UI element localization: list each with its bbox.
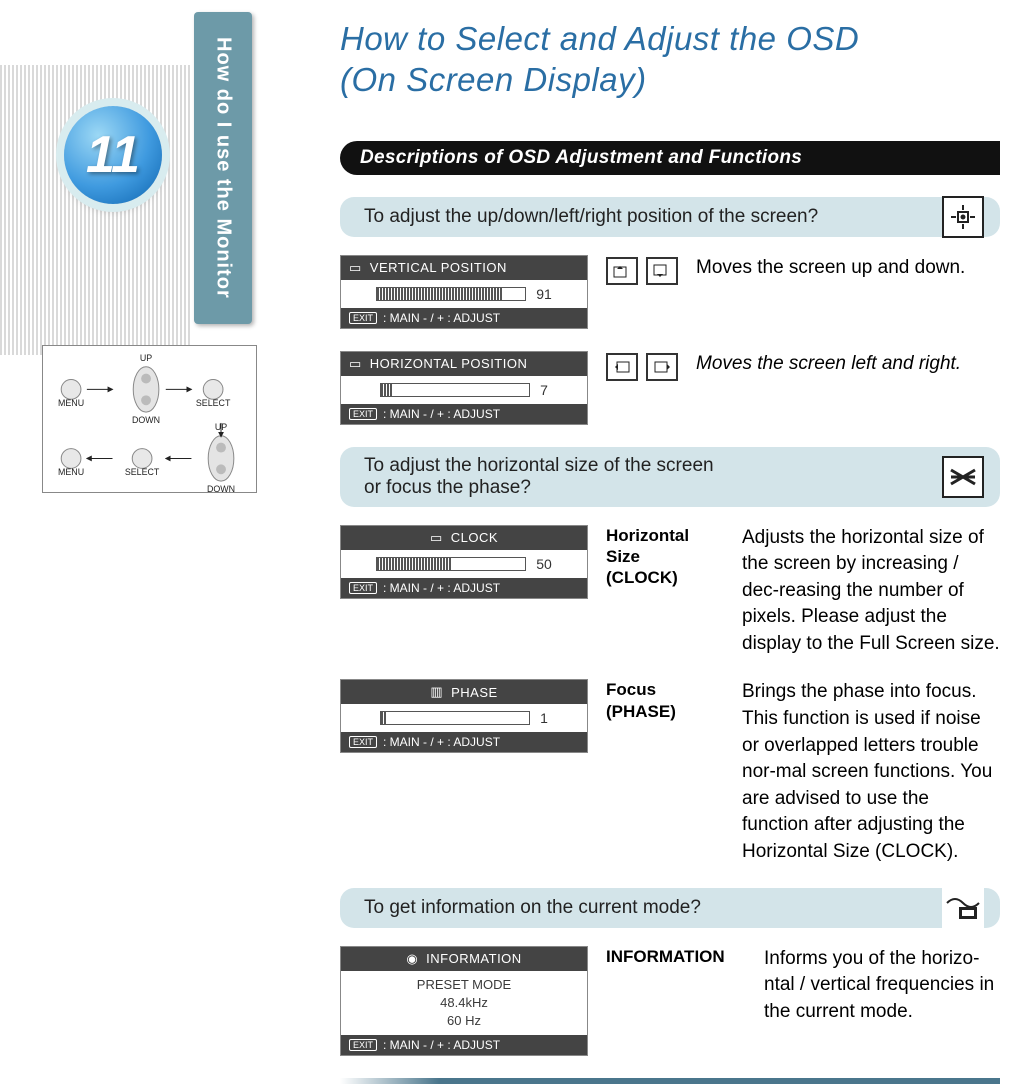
clock-label-l2: Size: [606, 547, 640, 566]
section-divider: [340, 1078, 1000, 1084]
svg-text:MENU: MENU: [58, 467, 84, 477]
position-icon: [942, 196, 984, 238]
exit-icon: EXIT: [349, 582, 377, 594]
svg-text:SELECT: SELECT: [125, 467, 160, 477]
osd-info-foot: : MAIN - / + : ADJUST: [383, 1038, 500, 1052]
info-label-text: INFORMATION: [606, 947, 725, 966]
screen-icon: ▭: [349, 356, 362, 372]
page-title-line1: How to Select and Adjust the OSD: [340, 20, 859, 57]
osd-clock-title: CLOCK: [451, 530, 498, 545]
arrow-up-icon: [606, 257, 638, 285]
exit-icon: EXIT: [349, 408, 377, 420]
phase-label: Focus (PHASE): [606, 679, 724, 722]
osd-horiz-title: HORIZONTAL POSITION: [370, 356, 528, 371]
exit-icon: EXIT: [349, 312, 377, 324]
section-header: Descriptions of OSD Adjustment and Funct…: [340, 141, 1000, 175]
info-small-icon: ◉: [406, 951, 418, 967]
page-number-badge: 11: [64, 106, 162, 204]
osd-phase-value: 1: [540, 710, 548, 726]
osd-horiz-value: 7: [540, 382, 548, 398]
info-label: INFORMATION: [606, 946, 746, 967]
svg-text:MENU: MENU: [58, 398, 84, 408]
screen-icon: ▭: [349, 260, 362, 276]
subsection-info-text: To get information on the current mode?: [364, 897, 900, 919]
osd-phase: ▥ PHASE 1 EXIT : MAIN - / + : ADJUST: [340, 679, 588, 753]
subsection-position: To adjust the up/down/left/right positio…: [340, 197, 1000, 237]
osd-vertical-position: ▭ VERTICAL POSITION 91 EXIT : MAIN - / + :…: [340, 255, 588, 329]
osd-vert-foot: : MAIN - / + : ADJUST: [383, 311, 500, 325]
button-layout-diagram: MENU UPDOWN SELECT MENU SELECT UPDOWN: [42, 345, 257, 493]
phase-label-l1: Focus: [606, 680, 656, 699]
subsection-size-phase: To adjust the horizontal size of the scr…: [340, 447, 1000, 507]
svg-text:DOWN: DOWN: [132, 415, 160, 425]
page-title-line2: (On Screen Display): [340, 61, 647, 98]
svg-text:SELECT: SELECT: [196, 398, 231, 408]
arrow-right-icon: [646, 353, 678, 381]
subsection-size-line2: or focus the phase?: [364, 477, 900, 499]
osd-info-title: INFORMATION: [426, 951, 522, 966]
info-line3: 60 Hz: [447, 1013, 481, 1029]
osd-vert-value: 91: [536, 286, 552, 302]
info-desc: Informs you of the horizo-ntal / vertica…: [764, 946, 1000, 1026]
svg-text:UP: UP: [140, 353, 152, 363]
osd-vert-title: VERTICAL POSITION: [370, 260, 507, 275]
osd-clock-foot: : MAIN - / + : ADJUST: [383, 581, 500, 595]
osd-clock-value: 50: [536, 556, 552, 572]
clock-desc: Adjusts the horizontal size of the scree…: [742, 525, 1000, 658]
arrow-down-icon: [646, 257, 678, 285]
info-line1: PRESET MODE: [417, 977, 511, 993]
subsection-position-text: To adjust the up/down/left/right positio…: [364, 206, 900, 228]
phase-small-icon: ▥: [430, 684, 443, 700]
exit-icon: EXIT: [349, 1039, 377, 1051]
vert-desc: Moves the screen up and down.: [696, 255, 1000, 282]
osd-horiz-foot: : MAIN - / + : ADJUST: [383, 407, 500, 421]
arrow-left-icon: [606, 353, 638, 381]
phase-icon: [942, 456, 984, 498]
subsection-size-line1: To adjust the horizontal size of the scr…: [364, 455, 900, 477]
sidebar-tab-label: How do I use the Monitor: [194, 12, 252, 324]
clock-label-l3: (CLOCK): [606, 568, 678, 587]
horiz-desc: Moves the screen left and right.: [696, 351, 1000, 378]
phase-label-l2: (PHASE): [606, 702, 676, 721]
subsection-information: To get information on the current mode?: [340, 888, 1000, 928]
osd-phase-foot: : MAIN - / + : ADJUST: [383, 735, 500, 749]
exit-icon: EXIT: [349, 736, 377, 748]
info-line2: 48.4kHz: [440, 995, 488, 1011]
clock-label-l1: Horizontal: [606, 526, 689, 545]
svg-text:DOWN: DOWN: [207, 484, 235, 492]
page-title: How to Select and Adjust the OSD (On Scr…: [340, 18, 1000, 101]
osd-phase-title: PHASE: [451, 685, 498, 700]
osd-clock: ▭ CLOCK 50 EXIT : MAIN - / + : ADJUST: [340, 525, 588, 599]
osd-horizontal-position: ▭ HORIZONTAL POSITION 7 EXIT : MAIN - / + …: [340, 351, 588, 425]
clock-icon: ▭: [430, 530, 443, 546]
clock-label: Horizontal Size (CLOCK): [606, 525, 724, 589]
osd-information: ◉ INFORMATION PRESET MODE 48.4kHz 60 Hz E…: [340, 946, 588, 1057]
phase-desc: Brings the phase into focus. This functi…: [742, 679, 1000, 865]
info-icon: [942, 887, 984, 929]
